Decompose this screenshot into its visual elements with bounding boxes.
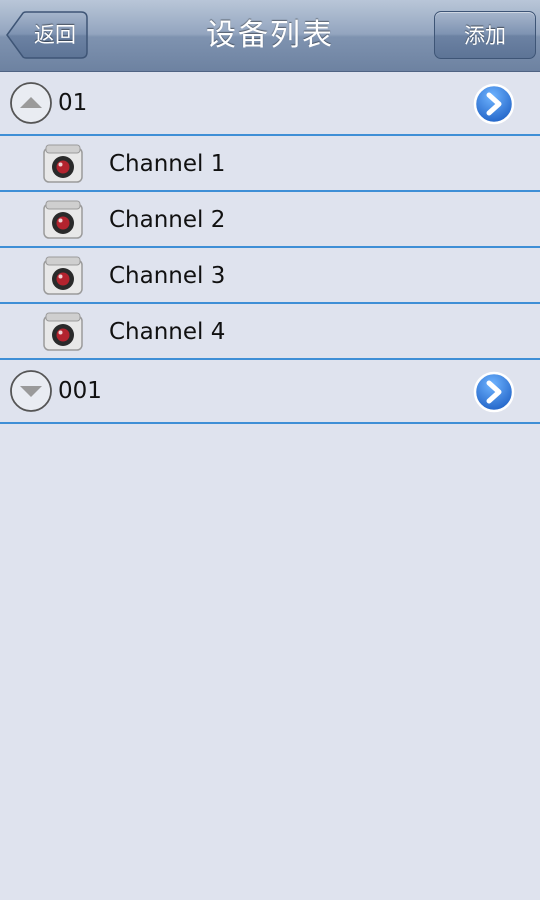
device-group-label: 001 <box>58 378 102 404</box>
blue-chevron-right-icon[interactable] <box>473 371 515 413</box>
blue-chevron-right-icon[interactable] <box>473 83 515 125</box>
device-group-label: 01 <box>58 90 88 116</box>
device-group-row[interactable]: 01 <box>0 72 540 136</box>
camera-icon <box>43 312 83 351</box>
channel-row[interactable]: Channel 3 <box>0 248 540 304</box>
channel-label: Channel 1 <box>109 151 226 177</box>
add-button-label: 添加 <box>464 24 506 48</box>
chevron-up-circle-icon[interactable] <box>9 81 53 125</box>
channel-row[interactable]: Channel 1 <box>0 136 540 192</box>
camera-icon <box>43 256 83 295</box>
camera-icon <box>43 144 83 183</box>
camera-icon <box>43 200 83 239</box>
device-group-row[interactable]: 001 <box>0 360 540 424</box>
add-device-button[interactable]: 添加 <box>434 11 536 59</box>
top-navigation-bar: 返回 设备列表 添加 <box>0 0 540 72</box>
channel-label: Channel 3 <box>109 263 226 289</box>
channel-row[interactable]: Channel 4 <box>0 304 540 360</box>
channel-label: Channel 4 <box>109 319 226 345</box>
chevron-down-circle-icon[interactable] <box>9 369 53 413</box>
channel-row[interactable]: Channel 2 <box>0 192 540 248</box>
channel-label: Channel 2 <box>109 207 226 233</box>
